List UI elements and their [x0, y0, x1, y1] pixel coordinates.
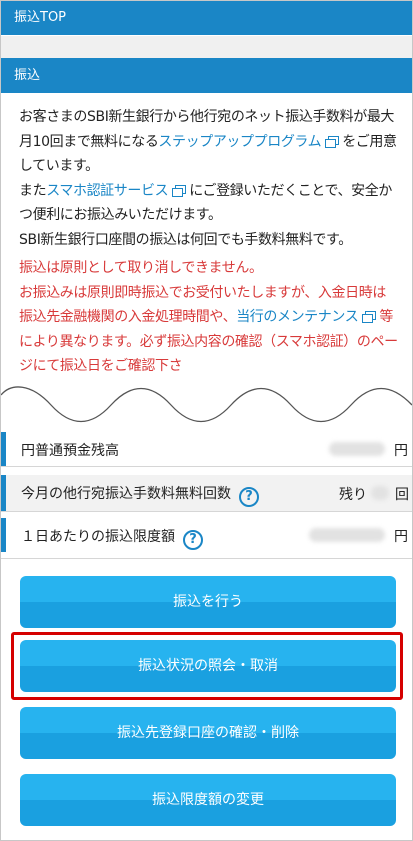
free-count-row: 今月の他行宛振込手数料無料回数? 残り 回 [1, 475, 412, 511]
maintenance-link[interactable]: 当行のメンテナンス [236, 309, 359, 325]
free-count-value-hidden [371, 486, 389, 500]
row-accent [1, 475, 6, 511]
description-text: また [19, 182, 47, 199]
description-paragraph-3: SBI新生銀行口座間の振込は何回でも手数料無料です。 [19, 231, 352, 248]
help-icon[interactable]: ? [239, 487, 259, 507]
transfer-page: 振込TOP 振込 お客さまのSBI新生銀行から他行宛のネット振込手数料が最大月1… [0, 0, 413, 841]
wave-divider [1, 379, 412, 439]
row-accent [1, 432, 6, 466]
limit-label-text: １日あたりの振込限度額 [21, 529, 175, 545]
balance-label: 円普通預金残高 [21, 443, 119, 459]
limit-label: １日あたりの振込限度額? [21, 526, 203, 550]
row-accent [1, 518, 6, 552]
step-up-program-link[interactable]: ステップアッププログラム [158, 134, 321, 150]
notice-block: 振込は原則として取り消しできません。 お振込みは原則即時振込でお受付いたしますが… [19, 256, 399, 379]
page-title: 振込TOP [14, 10, 67, 25]
limit-change-button[interactable]: 振込限度額の変更 [20, 774, 396, 826]
notice-line-2: お振込みは原則即時振込でお受付いたしますが、入金日時は振込先金融機関の入金処理時… [19, 281, 399, 379]
section-title: 振込 [14, 68, 41, 83]
limit-unit: 円 [394, 529, 408, 545]
balance-row: 円普通預金残高 円 [1, 432, 412, 466]
external-link-icon [362, 311, 377, 323]
section-header: 振込 [1, 58, 412, 93]
row-divider [1, 466, 412, 467]
free-count-unit: 回 [395, 487, 409, 503]
free-count-prefix: 残り [339, 487, 367, 503]
row-divider [1, 511, 412, 512]
row-divider [1, 558, 412, 559]
description-paragraph-1: お客さまのSBI新生銀行から他行宛のネット振込手数料が最大月10回まで無料になる… [19, 105, 399, 179]
notice-line-1: 振込は原則として取り消しできません。 [19, 260, 263, 276]
smartphone-auth-link[interactable]: スマホ認証サービス [46, 183, 168, 199]
limit-value-hidden [309, 528, 385, 542]
external-link-icon [325, 135, 340, 148]
description-block: お客さまのSBI新生銀行から他行宛のネット振込手数料が最大月10回まで無料になる… [19, 105, 399, 379]
free-count-label: 今月の他行宛振込手数料無料回数? [21, 483, 259, 507]
transfer-button[interactable]: 振込を行う [20, 576, 396, 628]
external-link-icon [172, 184, 187, 197]
limit-row: １日あたりの振込限度額? 円 [1, 518, 412, 552]
header-spacer [1, 36, 412, 58]
description-paragraph-2: またスマホ認証サービス にご登録いただくことで、安全かつ便利にお振込みいただけます… [19, 179, 399, 228]
transfer-status-button[interactable]: 振込状況の照会・取消 [20, 640, 396, 692]
registered-accounts-button[interactable]: 振込先登録口座の確認・削除 [20, 707, 396, 759]
balance-value-hidden [329, 442, 385, 456]
page-header: 振込TOP [1, 1, 412, 35]
free-count-label-text: 今月の他行宛振込手数料無料回数 [21, 486, 231, 502]
help-icon[interactable]: ? [183, 530, 203, 550]
balance-unit: 円 [394, 443, 408, 459]
